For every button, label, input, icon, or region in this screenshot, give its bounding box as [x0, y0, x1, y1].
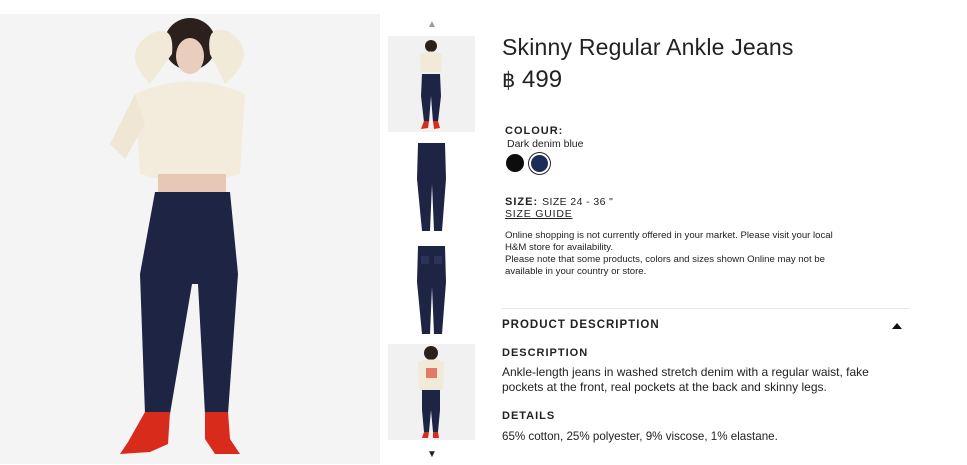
- product-title: Skinny Regular Ankle Jeans: [502, 34, 794, 60]
- product-description-header: PRODUCT DESCRIPTION: [502, 319, 660, 331]
- swatch-black[interactable]: [506, 154, 524, 172]
- main-product-image[interactable]: [0, 14, 380, 464]
- product-description-toggle[interactable]: PRODUCT DESCRIPTION: [502, 319, 902, 335]
- product-price: ฿ 499: [502, 66, 562, 94]
- notice-line-2: Please note that some products, colors a…: [505, 254, 825, 277]
- availability-notice: Online shopping is not currently offered…: [505, 230, 845, 278]
- currency-symbol: ฿: [502, 68, 516, 92]
- thumbnail-model-front[interactable]: [388, 36, 475, 132]
- chevron-down-icon[interactable]: ▼: [426, 450, 438, 460]
- size-label: SIZE:: [505, 196, 539, 208]
- description-text: Ankle-length jeans in washed stretch den…: [502, 365, 869, 394]
- thumbnail-model-back[interactable]: [388, 344, 475, 440]
- details-text: 65% cotton, 25% polyester, 9% viscose, 1…: [502, 430, 778, 443]
- details-label: DETAILS: [502, 410, 556, 422]
- thumbnail-jeans-back[interactable]: [388, 242, 475, 338]
- thumbnail-gallery: ▲ ▼: [388, 14, 476, 465]
- description-label: DESCRIPTION: [502, 347, 589, 359]
- colour-name: Dark denim blue: [507, 138, 584, 150]
- price-value: 499: [522, 66, 563, 93]
- size-value: SIZE 24 - 36 ": [542, 196, 614, 208]
- divider: [502, 308, 909, 309]
- swatch-dark-denim-blue[interactable]: [529, 153, 550, 174]
- notice-line-1: Online shopping is not currently offered…: [505, 230, 833, 253]
- size-guide-link[interactable]: SIZE GUIDE: [505, 208, 573, 220]
- colour-label: COLOUR:: [505, 125, 564, 137]
- chevron-up-icon[interactable]: ▲: [426, 20, 438, 30]
- caret-up-icon: [892, 323, 902, 329]
- thumbnail-jeans-front[interactable]: [388, 139, 475, 235]
